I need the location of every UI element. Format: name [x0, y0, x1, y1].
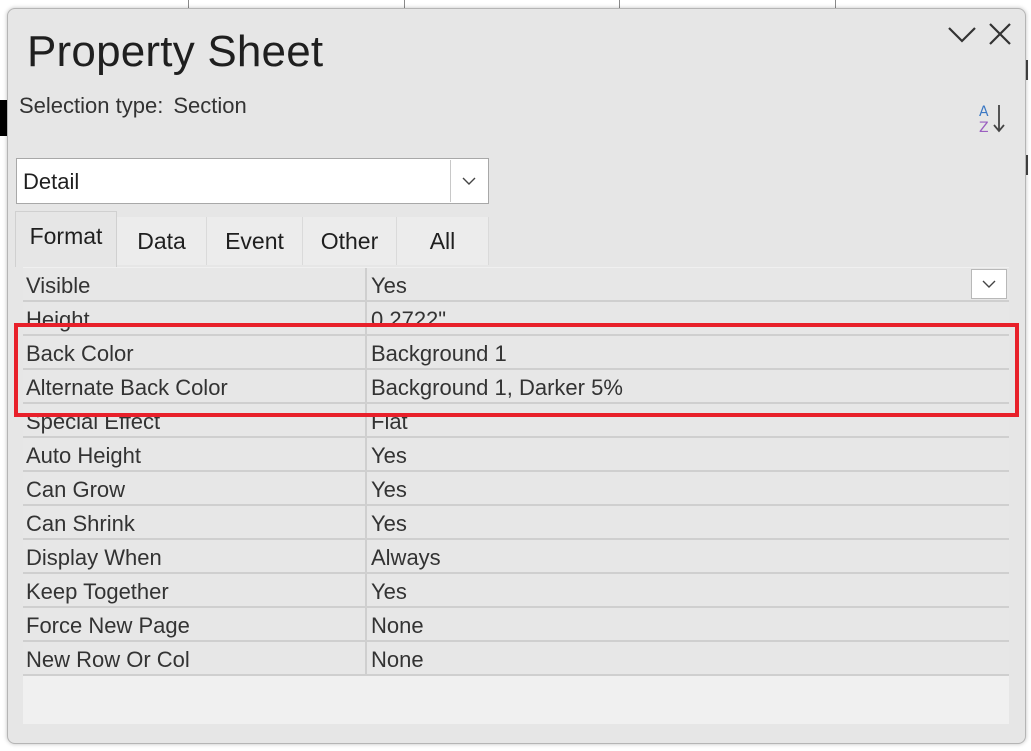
tab-data[interactable]: Data	[117, 217, 207, 265]
property-value[interactable]: Yes	[369, 506, 1009, 538]
property-row-special-effect[interactable]: Special Effect Flat	[23, 404, 1009, 438]
property-name: Force New Page	[23, 608, 367, 640]
property-row-back-color[interactable]: Back Color Background 1	[23, 336, 1009, 370]
property-name: Height	[23, 302, 367, 334]
property-name: Keep Together	[23, 574, 367, 606]
property-row-force-new-page[interactable]: Force New Page None	[23, 608, 1009, 642]
property-row-alternate-back-color[interactable]: Alternate Back Color Background 1, Darke…	[23, 370, 1009, 404]
property-name: Can Shrink	[23, 506, 367, 538]
property-value[interactable]: Yes	[369, 472, 1009, 504]
chevron-down-icon	[982, 280, 996, 288]
property-grid: Visible Yes Height 0.2722" Back Color Ba…	[23, 268, 1009, 676]
sort-button[interactable]: A Z	[976, 101, 1010, 136]
property-value[interactable]: Background 1, Darker 5%	[369, 370, 1009, 402]
property-name: Special Effect	[23, 404, 367, 436]
sort-az-icon: A Z	[979, 104, 1005, 136]
selection-type: Selection type: Section	[19, 93, 247, 119]
title-buttons	[947, 19, 1015, 49]
close-button[interactable]	[985, 19, 1015, 49]
property-value[interactable]: Always	[369, 540, 1009, 572]
tab-strip: Format Data Event Other All	[15, 211, 489, 267]
panel-title: Property Sheet	[27, 27, 324, 76]
property-value[interactable]: 0.2722"	[369, 302, 1009, 334]
property-row-keep-together[interactable]: Keep Together Yes	[23, 574, 1009, 608]
background-marker	[1026, 155, 1031, 175]
selection-type-value: Section	[173, 93, 247, 118]
collapse-button[interactable]	[947, 19, 977, 49]
property-grid-area: Visible Yes Height 0.2722" Back Color Ba…	[23, 267, 1009, 724]
property-name: Display When	[23, 540, 367, 572]
property-row-can-grow[interactable]: Can Grow Yes	[23, 472, 1009, 506]
property-row-new-row-or-col[interactable]: New Row Or Col None	[23, 642, 1009, 676]
property-value[interactable]: None	[369, 608, 1009, 640]
property-value[interactable]: Yes	[369, 438, 1009, 470]
property-name: New Row Or Col	[23, 642, 367, 674]
property-name: Auto Height	[23, 438, 367, 470]
tab-other[interactable]: Other	[303, 217, 397, 265]
property-row-can-shrink[interactable]: Can Shrink Yes	[23, 506, 1009, 540]
svg-text:Z: Z	[979, 120, 989, 135]
tab-all[interactable]: All	[397, 217, 489, 265]
property-value[interactable]: Yes	[369, 574, 1009, 606]
background-divider	[835, 0, 836, 8]
property-value[interactable]: Background 1	[369, 336, 1009, 368]
property-name: Alternate Back Color	[23, 370, 367, 402]
selection-type-label: Selection type:	[19, 93, 164, 118]
svg-text:A: A	[979, 104, 989, 120]
close-icon	[989, 23, 1011, 45]
object-selector-combo[interactable]: Detail	[16, 158, 489, 204]
background-divider	[619, 0, 620, 8]
property-sheet-panel: Property Sheet Selection type: Section A …	[7, 8, 1026, 744]
background-divider	[404, 0, 405, 8]
tab-format[interactable]: Format	[15, 211, 117, 267]
property-row-visible[interactable]: Visible Yes	[23, 268, 1009, 302]
object-selector-dropdown-button[interactable]	[450, 160, 487, 202]
property-row-display-when[interactable]: Display When Always	[23, 540, 1009, 574]
property-name: Can Grow	[23, 472, 367, 504]
property-row-auto-height[interactable]: Auto Height Yes	[23, 438, 1009, 472]
property-value[interactable]: Yes	[369, 268, 1009, 300]
chevron-down-icon	[462, 177, 476, 185]
property-value[interactable]: None	[369, 642, 1009, 674]
background-divider	[188, 0, 189, 8]
chevron-down-icon	[948, 27, 976, 43]
property-name: Visible	[23, 268, 367, 300]
property-name: Back Color	[23, 336, 367, 368]
property-dropdown-button[interactable]	[971, 269, 1007, 299]
property-value[interactable]: Flat	[369, 404, 1009, 436]
tab-event[interactable]: Event	[207, 217, 303, 265]
background-marker	[1026, 60, 1031, 80]
property-row-height[interactable]: Height 0.2722"	[23, 302, 1009, 336]
object-selector-value: Detail	[23, 169, 80, 194]
